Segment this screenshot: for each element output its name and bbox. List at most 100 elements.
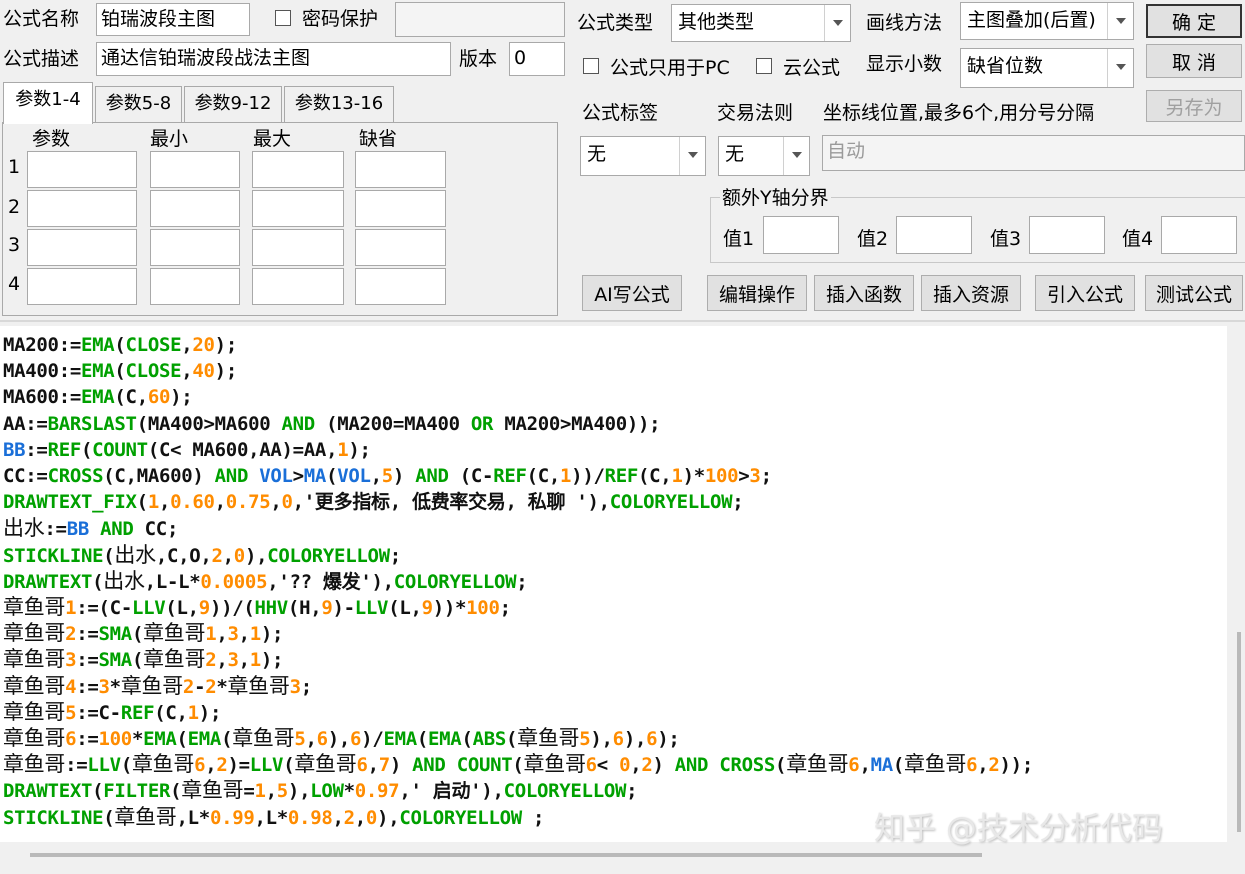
rule-value: 无 (725, 143, 745, 165)
code-line[interactable]: MA600:=EMA(C,60); (3, 384, 193, 410)
cancel-button[interactable]: 取 消 (1146, 44, 1242, 78)
formula-type-label: 公式类型 (577, 12, 654, 34)
code-line[interactable]: 章鱼哥1:=(C-LLV(L,9))/(HHV(H,9)-LLV(L,9))*1… (3, 594, 511, 621)
formula-desc-label: 公式描述 (3, 48, 80, 70)
code-line[interactable]: MA200:=EMA(CLOSE,20); (3, 332, 237, 358)
formula-desc-input[interactable]: 通达信铂瑞波段战法主图 (96, 42, 451, 76)
row-number: 4 (8, 273, 21, 295)
param-default-input[interactable] (355, 229, 446, 266)
version-label: 版本 (459, 48, 498, 70)
param-name-input[interactable] (27, 151, 137, 188)
param-max-input[interactable] (252, 151, 344, 188)
param-default-input[interactable] (355, 151, 446, 188)
code-line[interactable]: 出水:=BB AND CC; (3, 515, 178, 542)
tab-params-9-12[interactable]: 参数9-12 (184, 86, 282, 122)
code-line[interactable]: DRAWTEXT_FIX(1,0.60,0.75,0,'更多指标, 低费率交易,… (3, 489, 744, 515)
chevron-down-icon (679, 137, 705, 175)
vertical-scrollbar[interactable] (1227, 326, 1245, 842)
vertical-scrollbar-thumb[interactable] (1237, 632, 1241, 832)
col-header-max: 最大 (253, 128, 292, 150)
code-line[interactable]: DRAWTEXT(出水,L-L*0.0005,'?? 爆发'),COLORYEL… (3, 568, 528, 595)
decimals-label: 显示小数 (866, 53, 943, 75)
rule-label: 交易法则 (717, 102, 794, 124)
code-line[interactable]: STICKLINE(出水,C,O,2,0),COLORYELLOW; (3, 542, 401, 569)
code-line[interactable]: 章鱼哥5:=C-REF(C,1); (3, 699, 221, 726)
formula-name-label: 公式名称 (3, 8, 80, 30)
chevron-down-icon (1107, 49, 1133, 87)
rule-select[interactable]: 无 (718, 136, 810, 176)
row-number: 2 (8, 196, 21, 218)
save-as-button[interactable]: 另存为 (1146, 90, 1242, 122)
insert-resource-button[interactable]: 插入资源 (921, 275, 1021, 311)
tab-params-5-8[interactable]: 参数5-8 (95, 86, 182, 122)
tab-params-13-16[interactable]: 参数13-16 (284, 86, 394, 122)
y-value-1-label: 值1 (723, 228, 755, 250)
draw-method-label: 画线方法 (866, 12, 943, 34)
edit-operations-button[interactable]: 编辑操作 (707, 275, 807, 311)
extra-y-axis-title: 额外Y轴分界 (720, 183, 831, 210)
y-value-1-input[interactable] (763, 216, 839, 254)
code-line[interactable]: 章鱼哥2:=SMA(章鱼哥1,3,1); (3, 620, 283, 647)
param-default-input[interactable] (355, 268, 446, 305)
tab-params-1-4[interactable]: 参数1-4 (3, 82, 93, 124)
horizontal-scrollbar-thumb[interactable] (30, 853, 982, 857)
param-min-input[interactable] (150, 151, 240, 188)
code-line[interactable]: 章鱼哥4:=3*章鱼哥2-2*章鱼哥3; (3, 673, 312, 700)
param-max-input[interactable] (252, 229, 344, 266)
y-value-3-input[interactable] (1029, 216, 1105, 254)
chevron-down-icon (783, 137, 809, 175)
param-name-input[interactable] (27, 229, 137, 266)
tag-select[interactable]: 无 (580, 136, 706, 176)
param-name-input[interactable] (27, 190, 137, 227)
formula-name-input[interactable]: 铂瑞波段主图 (96, 3, 250, 36)
y-value-2-input[interactable] (896, 216, 972, 254)
chevron-down-icon (824, 5, 850, 41)
row-number: 3 (8, 234, 21, 256)
y-value-4-input[interactable] (1161, 216, 1237, 254)
y-value-4-label: 值4 (1122, 228, 1154, 250)
code-line[interactable]: DRAWTEXT(FILTER(章鱼哥=1,5),LOW*0.97,' 启动')… (3, 777, 638, 804)
formula-type-select[interactable]: 其他类型 (671, 4, 851, 42)
code-line[interactable]: AA:=BARSLAST(MA400>MA600 AND (MA200=MA40… (3, 411, 661, 437)
pc-only-checkbox[interactable] (583, 58, 599, 74)
test-formula-button[interactable]: 测试公式 (1145, 275, 1243, 311)
password-label: 密码保护 (302, 8, 379, 30)
tag-label: 公式标签 (582, 102, 659, 124)
param-min-input[interactable] (150, 268, 240, 305)
password-checkbox[interactable] (275, 10, 291, 26)
col-header-default: 缺省 (359, 128, 398, 150)
code-line[interactable]: CC:=CROSS(C,MA600) AND VOL>MA(VOL,5) AND… (3, 463, 772, 489)
code-line[interactable]: 章鱼哥3:=SMA(章鱼哥2,3,1); (3, 646, 283, 673)
decimals-value: 缺省位数 (967, 55, 1044, 77)
axis-position-input[interactable]: 自动 (822, 135, 1245, 171)
decimals-select[interactable]: 缺省位数 (960, 48, 1134, 88)
draw-method-value: 主图叠加(后置) (967, 9, 1096, 31)
chevron-down-icon (1107, 3, 1133, 39)
password-input[interactable] (395, 2, 565, 37)
version-input[interactable]: 0 (509, 42, 565, 76)
col-header-param: 参数 (32, 128, 71, 150)
cloud-label: 云公式 (783, 57, 841, 79)
param-min-input[interactable] (150, 229, 240, 266)
y-value-3-label: 值3 (990, 228, 1022, 250)
insert-function-button[interactable]: 插入函数 (814, 275, 914, 311)
draw-method-select[interactable]: 主图叠加(后置) (960, 2, 1134, 40)
code-editor[interactable]: MA200:=EMA(CLOSE,20); MA400:=EMA(CLOSE,40… (0, 326, 1227, 842)
pc-only-label: 公式只用于PC (610, 57, 730, 79)
param-max-input[interactable] (252, 268, 344, 305)
ai-write-formula-button[interactable]: AI写公式 (582, 275, 682, 311)
separator (0, 320, 1245, 322)
cloud-checkbox[interactable] (756, 58, 772, 74)
row-number: 1 (8, 156, 21, 178)
code-line[interactable]: 章鱼哥6:=100*EMA(EMA(章鱼哥5,6),6)/EMA(EMA(ABS… (3, 725, 680, 752)
ok-button[interactable]: 确 定 (1146, 4, 1242, 38)
code-line[interactable]: STICKLINE(章鱼哥,L*0.99,L*0.98,2,0),COLORYE… (3, 804, 544, 831)
code-line[interactable]: MA400:=EMA(CLOSE,40); (3, 358, 237, 384)
import-formula-button[interactable]: 引入公式 (1035, 275, 1135, 311)
code-line[interactable]: 章鱼哥:=LLV(章鱼哥6,2)=LLV(章鱼哥6,7) AND COUNT(章… (3, 751, 1033, 778)
param-min-input[interactable] (150, 190, 240, 227)
code-line[interactable]: BB:=REF(COUNT(C< MA600,AA)=AA,1); (3, 437, 371, 463)
param-max-input[interactable] (252, 190, 344, 227)
param-default-input[interactable] (355, 190, 446, 227)
param-name-input[interactable] (27, 268, 137, 305)
